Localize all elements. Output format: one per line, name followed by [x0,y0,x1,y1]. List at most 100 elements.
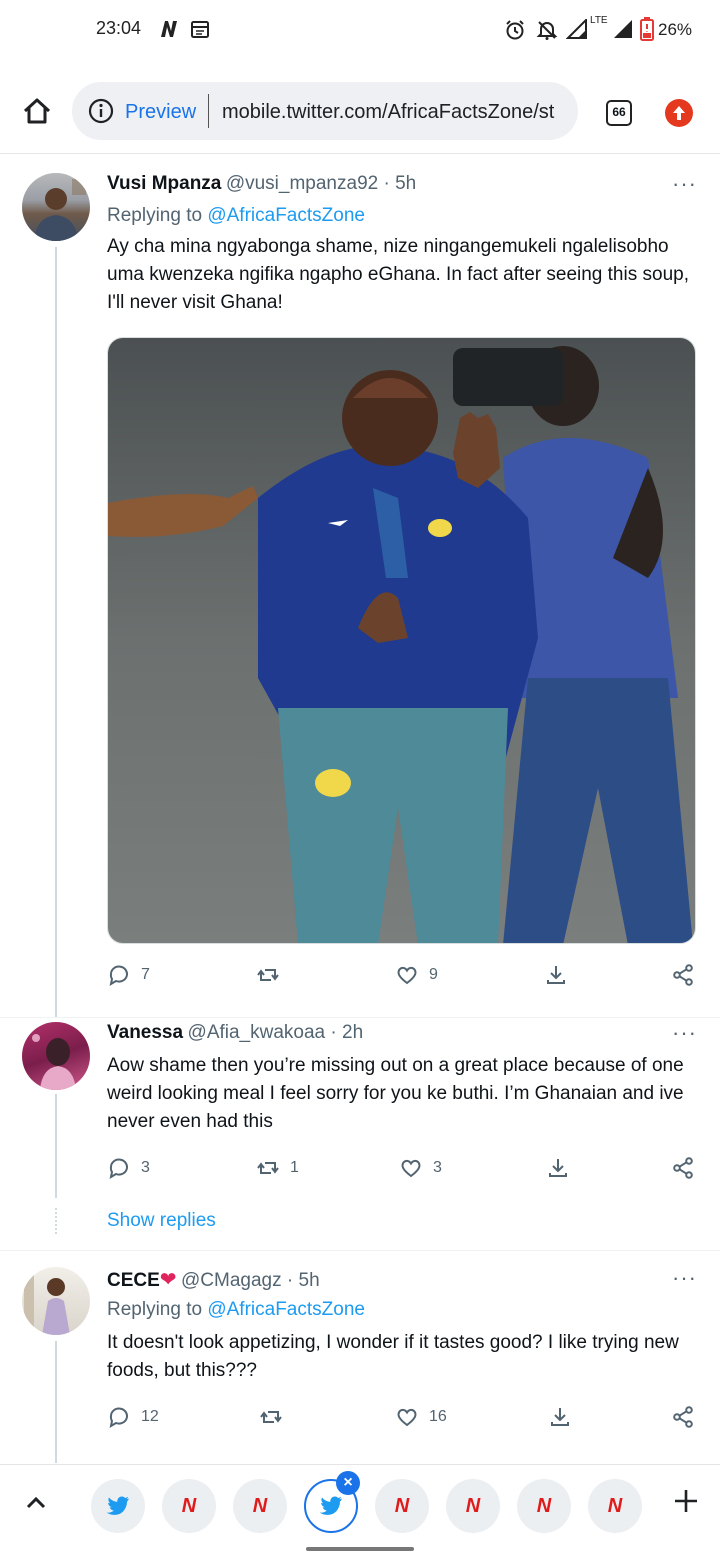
share-icon [551,1408,569,1426]
tab-n-app[interactable]: N [588,1479,642,1533]
retweet-button[interactable] [259,1403,293,1431]
info-icon[interactable] [88,98,114,129]
n-logo-icon: N [252,1494,268,1517]
show-replies-link[interactable]: Show replies [107,1210,216,1232]
share-icon [547,966,565,984]
tweet-vanessa[interactable]: Vanessa @Afia_kwakoaa · 2h ··· Aow shame… [0,1018,720,1250]
address-bar[interactable]: Preview mobile.twitter.com/AfricaFactsZo… [72,82,578,140]
status-time: 23:04 [96,18,142,38]
preview-label[interactable]: Preview [125,101,196,124]
lte-icon: LTE [590,15,608,26]
tweet-text: Aow shame then you’re missing out on a g… [107,1055,684,1132]
like-count: 3 [433,1159,442,1176]
heart-icon [397,1408,417,1427]
tab-n-app[interactable]: N [446,1479,500,1533]
mute-icon [536,19,558,46]
collapse-tabs-icon[interactable] [22,1489,50,1517]
tweet-text: It doesn't look appetizing, I wonder if … [107,1332,679,1381]
reply-count: 3 [141,1159,150,1176]
replying-to: Replying to @AfricaFactsZone [107,205,365,227]
author-meta: @CMagagz · 5h [181,1270,320,1291]
tweet-text: Ay cha mina ngyabonga shame, nize ningan… [107,236,689,313]
tab-twitter[interactable] [91,1479,145,1533]
share-network-button[interactable] [671,1403,695,1431]
replying-prefix: Replying to [107,205,208,226]
retweet-icon [257,1162,279,1174]
close-tab-button[interactable]: × [336,1471,360,1495]
reply-icon [109,965,128,987]
gesture-nav-handle[interactable] [306,1547,414,1551]
share-nodes-icon [673,964,693,986]
tweet-header: Vusi Mpanza @vusi_mpanza92 · 5h [107,173,416,195]
retweet-icon [257,969,279,981]
author-name[interactable]: Vusi Mpanza [107,173,221,194]
tab-n-app[interactable]: N [517,1479,571,1533]
like-count: 16 [429,1408,447,1425]
reply-button[interactable]: 12 [107,1403,159,1431]
share-button[interactable] [544,961,568,989]
share-nodes-icon [673,1157,693,1179]
battery-icon [640,17,654,46]
avatar[interactable] [22,1022,90,1090]
like-count: 9 [429,966,438,983]
retweet-button[interactable]: 1 [256,1154,299,1182]
tweet-photo[interactable] [107,337,696,944]
more-icon[interactable]: ··· [672,1265,697,1291]
author-name[interactable]: Vanessa [107,1022,183,1043]
heart-icon [397,966,417,985]
thread-line [55,247,57,1017]
tab-n-app[interactable]: N [375,1479,429,1533]
n-app-icon [158,19,180,44]
avatar[interactable] [22,1267,90,1335]
like-button[interactable]: 16 [395,1403,447,1431]
replying-to: Replying to @AfricaFactsZone [107,1299,365,1321]
plus-icon [675,1490,697,1512]
share-button[interactable] [548,1403,572,1431]
more-icon[interactable]: ··· [672,171,697,197]
reply-count: 12 [141,1408,159,1425]
like-button[interactable]: 9 [395,961,438,989]
calendar-icon [190,19,210,44]
like-button[interactable]: 3 [399,1154,442,1182]
signal-icon [565,17,588,44]
n-logo-icon: N [607,1494,623,1517]
tweet-cece[interactable]: CECE❤ @CMagagz · 5h ··· Replying to @Afr… [0,1251,720,1463]
retweet-button[interactable] [256,961,290,989]
tweet-header: CECE❤ @CMagagz · 5h [107,1267,320,1292]
tab-n-app[interactable]: N [233,1479,287,1533]
reply-count: 7 [141,966,150,983]
reply-icon [109,1407,128,1429]
share-network-button[interactable] [671,961,695,989]
tweet-header: Vanessa @Afia_kwakoaa · 2h [107,1022,363,1044]
reply-button[interactable]: 7 [107,961,150,989]
home-icon[interactable] [22,96,52,131]
mention-link[interactable]: @AfricaFactsZone [207,205,365,226]
mention-link[interactable]: @AfricaFactsZone [207,1299,365,1320]
replying-prefix: Replying to [107,1299,208,1320]
author-name[interactable]: CECE [107,1270,160,1291]
tab-n-app[interactable]: N [162,1479,216,1533]
avatar[interactable] [22,173,90,241]
reply-button[interactable]: 3 [107,1154,150,1182]
update-button[interactable] [665,99,693,127]
retweet-icon [260,1411,282,1423]
thread-line [55,1094,57,1198]
url-text[interactable]: mobile.twitter.com/AfricaFactsZone/st [222,101,568,124]
new-tab-button[interactable] [672,1487,700,1520]
browser-toolbar: Preview mobile.twitter.com/AfricaFactsZo… [0,70,720,154]
tab-switcher-button[interactable]: 66 [606,100,632,126]
share-network-button[interactable] [671,1154,695,1182]
thread-dots [55,1208,57,1234]
share-icon [549,1159,567,1177]
author-meta: @vusi_mpanza92 · 5h [225,173,417,194]
alarm-icon [504,19,526,46]
n-logo-icon: N [536,1494,552,1517]
photo-image [108,338,695,943]
more-icon[interactable]: ··· [672,1020,697,1046]
reply-icon [109,1158,128,1180]
heart-emoji: ❤ [159,1269,177,1291]
twitter-icon [319,1496,342,1515]
n-logo-icon: N [181,1494,197,1517]
share-button[interactable] [546,1154,570,1182]
n-logo-icon: N [394,1494,410,1517]
